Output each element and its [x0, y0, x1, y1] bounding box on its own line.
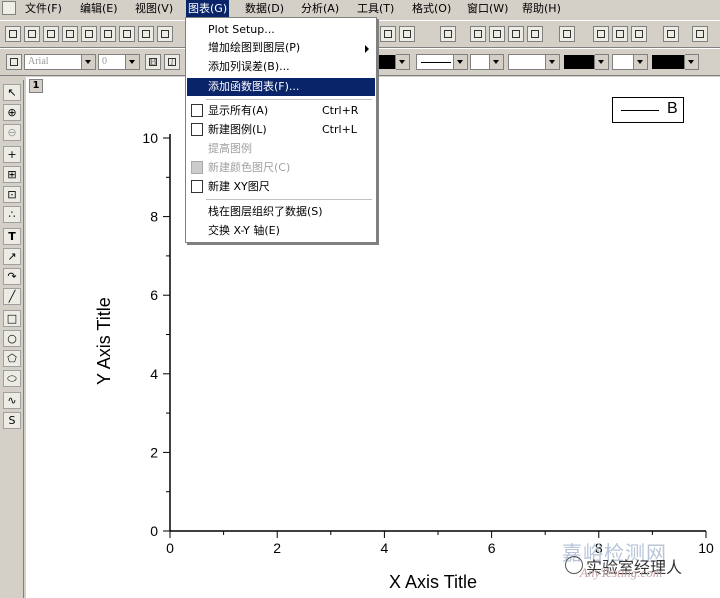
- menu-item-new-legend[interactable]: 新建图例(L) Ctrl+L: [187, 121, 375, 139]
- menu-item-add-plot-to-layer[interactable]: 增加绘图到图层(P): [187, 39, 375, 57]
- rescale-icon: [191, 104, 203, 117]
- y-tick-label: 10: [142, 130, 158, 146]
- xy-scale-icon: [191, 180, 203, 193]
- legend-line: [621, 110, 659, 111]
- legend-label: B: [667, 100, 678, 117]
- x-tick-label: 0: [166, 540, 174, 556]
- menu-item-raise-legend: 提高图例: [208, 142, 252, 155]
- menu-item-exchange-xy[interactable]: 交换 X-Y 轴(E): [187, 222, 375, 240]
- menu-item-new-xy-scale[interactable]: 新建 XY图尺: [187, 178, 375, 196]
- menu-item-stack-data[interactable]: 栈在图层组织了数据(S): [187, 203, 375, 221]
- menu-item-new-color-scale: 新建颜色图尺(C): [187, 159, 375, 177]
- x-axis-title[interactable]: X Axis Title: [389, 572, 477, 593]
- y-tick-label: 0: [150, 523, 158, 539]
- y-tick-label: 8: [150, 209, 158, 225]
- y-tick-label: 4: [150, 366, 158, 382]
- y-tick-label: 2: [150, 444, 158, 460]
- watermark-url: AnyTesting.com: [580, 565, 663, 580]
- legend-icon: [191, 123, 203, 136]
- graph-menu-dropdown: Plot Setup... 增加绘图到图层(P) 添加列误差(B)... 添加函…: [185, 17, 377, 243]
- menu-separator: [206, 199, 372, 200]
- y-axis-title[interactable]: Y Axis Title: [94, 297, 115, 385]
- menu-item-plot-setup[interactable]: Plot Setup...: [187, 21, 375, 39]
- x-tick-label: 10: [698, 540, 714, 556]
- submenu-arrow-icon: [365, 45, 369, 53]
- menu-separator: [206, 99, 372, 100]
- menu-item-add-function-graph[interactable]: 添加函数图表(F)...: [187, 78, 375, 96]
- color-scale-icon: [191, 161, 203, 174]
- menu-item-rescale-to-show-all[interactable]: 显示所有(A) Ctrl+R: [187, 102, 375, 120]
- x-tick-label: 4: [381, 540, 389, 556]
- y-tick-label: 6: [150, 287, 158, 303]
- legend[interactable]: B: [612, 97, 684, 123]
- x-tick-label: 6: [488, 540, 496, 556]
- menu-item-add-error-bars[interactable]: 添加列误差(B)...: [187, 58, 375, 76]
- x-tick-label: 2: [273, 540, 281, 556]
